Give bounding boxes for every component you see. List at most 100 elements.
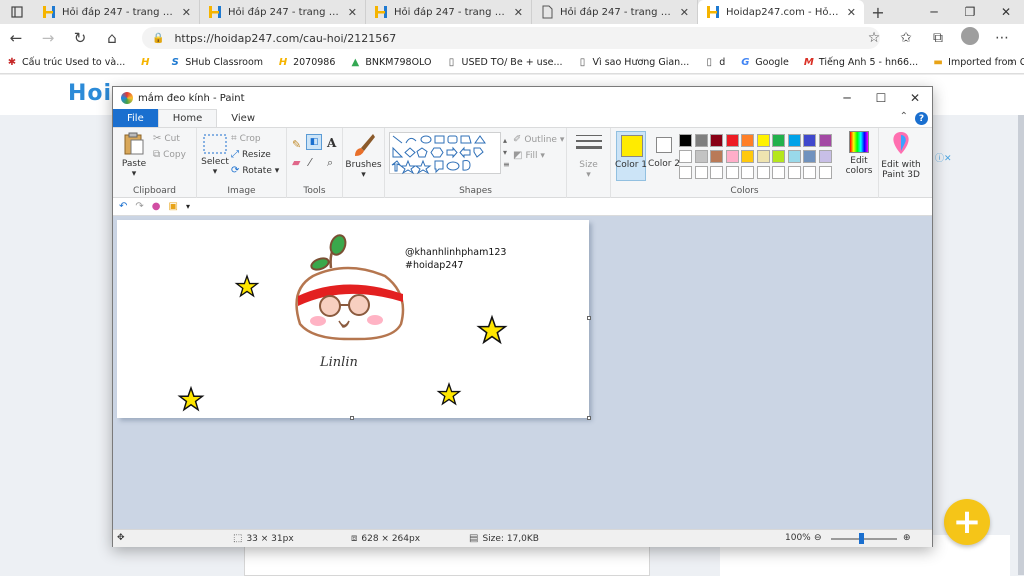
shapes-scroll-down-icon[interactable]: ▾ [503, 148, 507, 157]
resize-button[interactable]: ⤢ Resize [231, 149, 271, 160]
bookmark-item[interactable]: ▯ Vì sao Hương Gian... [577, 57, 689, 69]
color1-selector[interactable]: Color 1 [615, 131, 647, 181]
close-tab-icon[interactable]: ✕ [182, 6, 191, 19]
bookmark-item[interactable]: S SHub Classroom [169, 57, 263, 69]
palette-swatch-empty[interactable] [710, 166, 723, 179]
bookmark-item[interactable]: M Tiếng Anh 5 - hn66... [803, 57, 918, 69]
crop-button[interactable]: ⌗ Crop [231, 133, 261, 144]
rotate-button[interactable]: ⟳ Rotate ▾ [231, 165, 279, 176]
edit-with-paint3d-button[interactable]: Edit with Paint 3D [881, 131, 921, 180]
close-tab-icon[interactable]: ✕ [348, 6, 357, 19]
browser-tab-active[interactable]: Hoidap247.com - Hỏi đáp online ✕ [698, 0, 864, 24]
collections-icon[interactable]: ⧉ [922, 30, 954, 46]
fill-bucket-icon[interactable]: ◧ [306, 134, 322, 150]
site-logo[interactable]: Hoi [68, 81, 112, 106]
bookmark-item[interactable]: H [139, 57, 155, 69]
favorite-star-icon[interactable]: ☆ [858, 30, 890, 46]
zoom-out-icon[interactable]: ⊖ [814, 533, 822, 543]
close-window-icon[interactable]: ✕ [988, 0, 1024, 24]
palette-swatch[interactable] [818, 134, 832, 147]
resize-handle[interactable] [587, 316, 591, 320]
shapes-more-icon[interactable]: ≡ [503, 160, 510, 169]
ask-question-plus-button[interactable]: + [944, 499, 990, 545]
undo-icon[interactable]: ↶ [119, 201, 127, 212]
tab-file[interactable]: File [113, 109, 158, 127]
palette-swatch[interactable] [710, 150, 723, 163]
home-icon[interactable]: ⌂ [96, 29, 128, 47]
collapse-ribbon-icon[interactable]: ⌃ [900, 111, 908, 122]
text-tool-icon[interactable]: A [327, 136, 336, 150]
magnifier-icon[interactable]: ⌕ [327, 156, 333, 170]
color-picker-icon[interactable]: ⁄ [309, 156, 311, 169]
more-menu-icon[interactable]: ⋯ [986, 30, 1018, 46]
browser-tab[interactable]: Hỏi đáp 247 - trang tra loi ✕ [366, 0, 532, 24]
palette-swatch[interactable] [694, 134, 708, 147]
edit-colors-button[interactable]: Edit colors [844, 131, 874, 176]
close-window-icon[interactable]: ✕ [898, 87, 932, 109]
palette-swatch[interactable] [787, 134, 801, 147]
palette-swatch-empty[interactable] [756, 166, 770, 179]
palette-swatch[interactable] [741, 134, 754, 147]
resize-handle[interactable] [350, 416, 354, 420]
eraser-icon[interactable]: ▰ [292, 156, 300, 169]
palette-swatch-empty[interactable] [694, 166, 708, 179]
tab-home[interactable]: Home [157, 109, 218, 127]
maximize-icon[interactable]: ☐ [864, 87, 898, 109]
paste-button[interactable]: Paste ▾ [119, 132, 149, 179]
forward-icon[interactable]: → [32, 29, 64, 47]
outline-button[interactable]: ✐ Outline ▾ [513, 134, 564, 145]
palette-swatch[interactable] [772, 134, 785, 147]
restore-icon[interactable]: ❐ [952, 0, 988, 24]
size-group[interactable]: Size ▾ [567, 128, 611, 198]
canvas-area[interactable]: @khanhlinhpham123 #hoidap247 Linlin [113, 216, 932, 529]
shapes-scroll-up-icon[interactable]: ▴ [503, 136, 507, 145]
browser-tab[interactable]: Hỏi đáp 247 - trang tra loi ✕ [532, 0, 698, 24]
palette-swatch-empty[interactable] [803, 166, 816, 179]
minimize-icon[interactable]: ─ [830, 87, 864, 109]
palette-swatch[interactable] [725, 150, 739, 163]
url-field[interactable]: 🔒 https://hoidap247.com/cau-hoi/2121567 [142, 27, 880, 49]
palette-swatch-empty[interactable] [818, 166, 832, 179]
fill-button[interactable]: ◩ Fill ▾ [513, 150, 545, 161]
palette-swatch[interactable] [803, 134, 816, 147]
browser-tab[interactable]: Hỏi đáp 247 - trang tra loi ✕ [34, 0, 200, 24]
copy-button[interactable]: ⧉ Copy [153, 149, 186, 160]
brushes-group[interactable]: Brushes ▾ [343, 128, 385, 198]
browser-tab[interactable]: Hỏi đáp 247 - trang tra loi ✕ [200, 0, 366, 24]
palette-swatch[interactable] [772, 150, 785, 163]
customize-qat-icon[interactable]: ▾ [186, 202, 190, 211]
palette-swatch[interactable] [741, 150, 754, 163]
save-icon[interactable]: ▣ [169, 201, 178, 212]
minimize-icon[interactable]: ─ [916, 0, 952, 24]
palette-swatch[interactable] [756, 150, 770, 163]
bookmark-item[interactable]: ▯ USED TO/ Be + use... [445, 57, 563, 69]
palette-swatch-empty[interactable] [741, 166, 754, 179]
close-tab-icon[interactable]: ✕ [680, 6, 689, 19]
palette-swatch[interactable] [679, 134, 692, 147]
palette-swatch[interactable] [694, 150, 708, 163]
tab-view[interactable]: View [217, 109, 269, 127]
palette-swatch-empty[interactable] [725, 166, 739, 179]
zoom-in-icon[interactable]: ⊕ [903, 533, 911, 543]
palette-swatch-empty[interactable] [787, 166, 801, 179]
help-icon[interactable]: ? [915, 112, 928, 125]
profile-avatar[interactable] [954, 27, 986, 49]
shapes-gallery[interactable] [389, 132, 501, 175]
bookmarks-overflow-icon[interactable]: › [1009, 55, 1014, 69]
palette-swatch[interactable] [710, 134, 723, 147]
palette-swatch[interactable] [803, 150, 816, 163]
ad-info-icon[interactable]: ⓘ✕ [935, 151, 952, 164]
palette-swatch[interactable] [679, 150, 692, 163]
bookmark-item[interactable]: ▲ BNKM798OLO [349, 57, 432, 69]
bookmark-item[interactable]: ✱ Cấu trúc Used to và... [6, 57, 125, 69]
redo-icon[interactable]: ↷ [135, 201, 143, 212]
zoom-slider[interactable] [831, 538, 897, 540]
back-icon[interactable]: ← [0, 29, 32, 47]
pencil-icon[interactable]: ✎ [292, 138, 301, 151]
palette-swatch[interactable] [725, 134, 739, 147]
palette-swatch[interactable] [818, 150, 832, 163]
palette-swatch[interactable] [787, 150, 801, 163]
paint3d-quick-icon[interactable]: ● [152, 201, 161, 212]
bookmark-item[interactable]: H 2070986 [277, 57, 336, 69]
site-scrollbar[interactable] [1018, 115, 1024, 575]
